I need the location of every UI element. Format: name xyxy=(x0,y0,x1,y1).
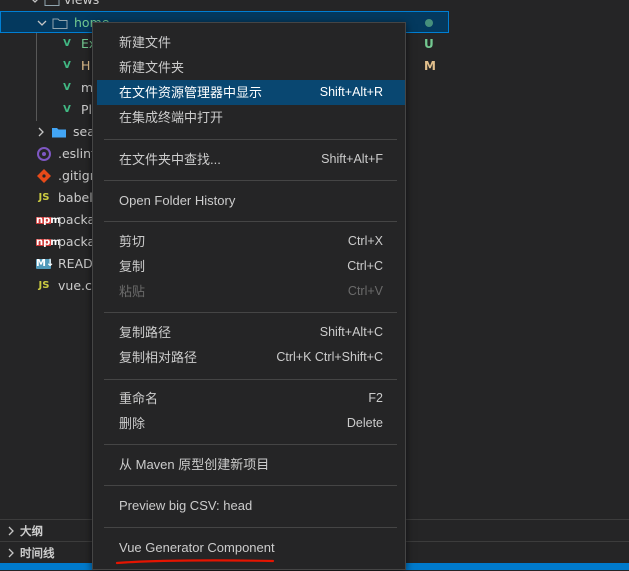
section-label: 时间线 xyxy=(20,546,55,560)
vue-file-icon: V xyxy=(63,38,71,49)
folder-icon xyxy=(44,0,60,8)
menu-item-vue-generator-component[interactable]: Vue Generator Component xyxy=(97,535,405,560)
vue-file-icon: V xyxy=(63,82,71,93)
menu-item-shortcut: Ctrl+V xyxy=(347,284,383,298)
folder-icon xyxy=(51,124,67,140)
npm-icon: npm xyxy=(36,237,61,248)
menu-item-label: 在集成终端中打开 xyxy=(119,110,224,125)
menu-separator xyxy=(104,444,397,445)
menu-item-label: Open Folder History xyxy=(119,193,236,208)
menu-separator xyxy=(104,527,397,528)
menu-separator xyxy=(104,139,397,140)
menu-item-label: 删除 xyxy=(119,416,146,431)
chevron-down-icon xyxy=(30,0,40,11)
menu-item-shortcut: Ctrl+X xyxy=(347,234,383,248)
menu-separator xyxy=(104,180,397,181)
git-icon xyxy=(36,168,52,184)
menu-item-label: 复制 xyxy=(119,259,146,274)
tree-row-label: .eslint xyxy=(58,146,96,161)
menu-item-label: 在文件资源管理器中显示 xyxy=(119,85,263,100)
folder-open-icon xyxy=(52,15,68,31)
menu-item-label: Preview big CSV: head xyxy=(119,498,253,513)
menu-item-label: Vue Generator Component xyxy=(119,540,275,555)
menu-separator xyxy=(104,485,397,486)
chevron-right-icon xyxy=(36,121,46,143)
menu-item-shortcut: F2 xyxy=(368,391,383,405)
menu-item-new-file[interactable]: 新建文件 xyxy=(97,30,405,55)
eslint-icon xyxy=(36,146,52,162)
tree-row-folder-views[interactable]: views xyxy=(0,0,449,11)
chevron-down-icon xyxy=(37,12,47,34)
menu-item-open-folder-history[interactable]: Open Folder History xyxy=(97,188,405,213)
menu-item-find-in-folder[interactable]: 在文件夹中查找... Shift+Alt+F xyxy=(97,147,405,172)
tree-row-label: READI xyxy=(58,256,97,271)
menu-separator xyxy=(104,221,397,222)
menu-item-label: 剪切 xyxy=(119,234,146,249)
context-menu: 新建文件 新建文件夹 在文件资源管理器中显示 Shift+Alt+R 在集成终端… xyxy=(92,22,406,570)
menu-item-label: 新建文件 xyxy=(119,35,172,50)
red-underline-annotation xyxy=(115,559,275,565)
menu-item-open-in-terminal[interactable]: 在集成终端中打开 xyxy=(97,105,405,130)
git-status-badge: M xyxy=(424,59,436,73)
section-label: 大纲 xyxy=(20,524,43,538)
git-status-badge: U xyxy=(424,37,434,51)
menu-item-shortcut: Shift+Alt+C xyxy=(319,325,383,339)
menu-item-shortcut: Shift+Alt+F xyxy=(321,152,383,166)
menu-item-new-folder[interactable]: 新建文件夹 xyxy=(97,55,405,80)
tree-row-label: babel. xyxy=(58,190,97,205)
menu-item-copy-path[interactable]: 复制路径 Shift+Alt+C xyxy=(97,320,405,345)
menu-item-rename[interactable]: 重命名 F2 xyxy=(97,386,405,411)
tree-row-label: H xyxy=(81,58,91,73)
menu-item-label: 重命名 xyxy=(119,391,159,406)
menu-item-label: 复制相对路径 xyxy=(119,350,198,365)
npm-icon: npm xyxy=(36,215,61,226)
menu-item-label: 粘贴 xyxy=(119,284,146,299)
menu-separator xyxy=(104,312,397,313)
markdown-icon: M↓ xyxy=(36,258,55,269)
tree-row-label: Pl xyxy=(81,102,93,117)
menu-item-copy-relative-path[interactable]: 复制相对路径 Ctrl+K Ctrl+Shift+C xyxy=(97,345,405,370)
menu-item-cut[interactable]: 剪切 Ctrl+X xyxy=(97,229,405,254)
javascript-icon: JS xyxy=(38,280,50,291)
menu-item-label: 从 Maven 原型创建新项目 xyxy=(119,457,270,472)
menu-item-label: 在文件夹中查找... xyxy=(119,152,221,167)
menu-item-shortcut: Delete xyxy=(346,416,383,430)
menu-item-reveal-in-explorer[interactable]: 在文件资源管理器中显示 Shift+Alt+R xyxy=(97,80,405,105)
vue-file-icon: V xyxy=(63,104,71,115)
menu-item-paste: 粘贴 Ctrl+V xyxy=(97,279,405,304)
menu-item-shortcut: Shift+Alt+R xyxy=(319,85,383,99)
menu-item-shortcut: Ctrl+K Ctrl+Shift+C xyxy=(276,350,383,364)
menu-item-delete[interactable]: 删除 Delete xyxy=(97,411,405,436)
modified-dot-icon xyxy=(425,19,433,27)
tree-row-label: views xyxy=(64,0,99,11)
menu-item-label: 新建文件夹 xyxy=(119,60,185,75)
menu-item-preview-csv[interactable]: Preview big CSV: head xyxy=(97,493,405,518)
tree-row-label: packa xyxy=(58,212,96,227)
tree-row-label: packa xyxy=(58,234,96,249)
vue-file-icon: V xyxy=(63,60,71,71)
menu-item-copy[interactable]: 复制 Ctrl+C xyxy=(97,254,405,279)
menu-separator xyxy=(104,379,397,380)
menu-item-label: 复制路径 xyxy=(119,325,172,340)
javascript-icon: JS xyxy=(38,192,50,203)
menu-item-maven-archetype[interactable]: 从 Maven 原型创建新项目 xyxy=(97,452,405,477)
menu-item-shortcut: Ctrl+C xyxy=(347,259,383,273)
